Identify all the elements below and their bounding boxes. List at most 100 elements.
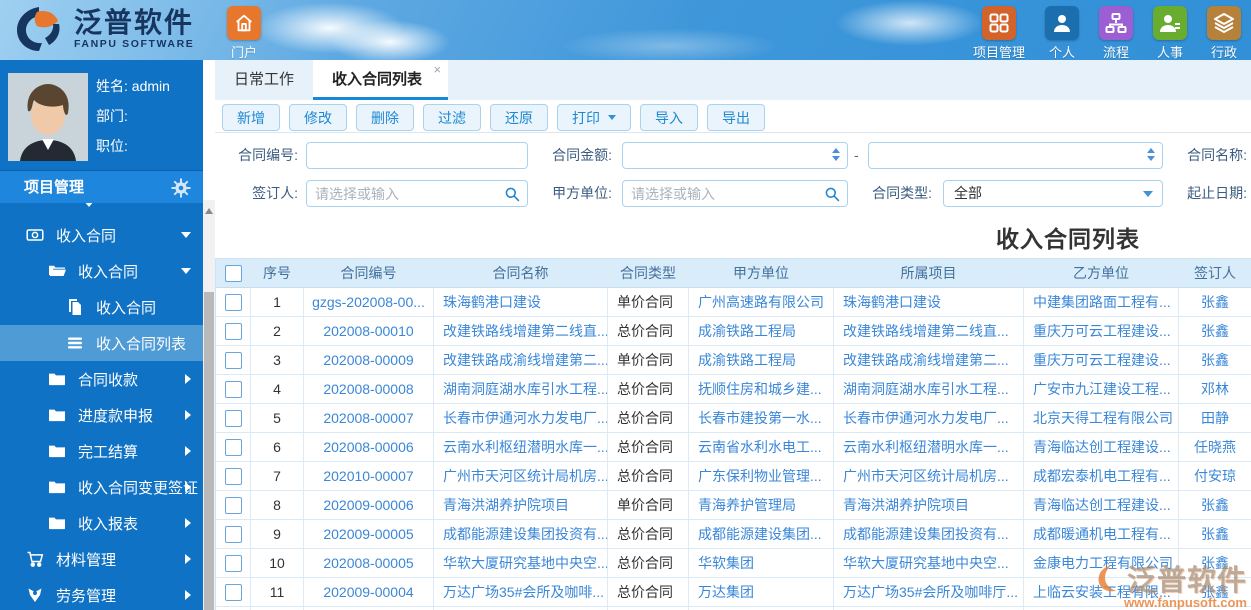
scrollbar-thumb[interactable] <box>204 292 214 610</box>
row-checkbox[interactable] <box>225 323 242 340</box>
cell-project[interactable]: 青海洪湖养护院项目 <box>834 491 1024 520</box>
scrollbar-track[interactable] <box>203 200 215 610</box>
filter-button[interactable]: 过滤 <box>423 104 481 131</box>
amount-min-field[interactable] <box>623 143 829 168</box>
select-all-checkbox[interactable] <box>225 265 242 282</box>
cell-code[interactable]: 202008-00008 <box>304 375 434 404</box>
number-spinner[interactable] <box>1147 148 1155 161</box>
cell-party_b[interactable]: 中建集团路面工程有... <box>1024 288 1179 317</box>
cell-project[interactable]: 成都能源建设集团投资有... <box>834 520 1024 549</box>
cell-party_a[interactable]: 抚顺住房和城乡建... <box>689 375 834 404</box>
cell-party_b[interactable]: 成都暖通机电工程有... <box>1024 520 1179 549</box>
cell-signer[interactable]: 张鑫 <box>1179 346 1251 375</box>
scrollbar-up-arrow[interactable] <box>205 208 213 214</box>
cell-party_b[interactable]: 重庆万可云工程建设... <box>1024 317 1179 346</box>
sidebar-item-income-contract-list[interactable]: 收入合同列表 <box>0 325 203 361</box>
cell-code[interactable]: 202009-00004 <box>304 578 434 607</box>
sidebar-item-income-contract[interactable]: 收入合同 <box>0 289 203 325</box>
cell-party_b[interactable]: 广安市九江建设工程... <box>1024 375 1179 404</box>
cell-code[interactable]: 202008-00010 <box>304 317 434 346</box>
cell-project[interactable]: 长春市伊通河水力发电厂... <box>834 404 1024 433</box>
cell-party_a[interactable]: 成渝铁路工程局 <box>689 346 834 375</box>
cell-signer[interactable]: 张鑫 <box>1179 549 1251 578</box>
delete-button[interactable]: 删除 <box>356 104 414 131</box>
cell-name[interactable]: 长春市伊通河水力发电厂... <box>434 404 608 433</box>
sidebar-item-income-contract-group[interactable]: 收入合同 <box>0 217 203 253</box>
party-a-field[interactable] <box>623 181 829 206</box>
sidebar-item-contract-change-visa[interactable]: 收入合同变更签证 <box>0 469 203 505</box>
cell-party_b[interactable]: 成都宏泰机电工程有... <box>1024 462 1179 491</box>
row-checkbox[interactable] <box>225 555 242 572</box>
cell-signer[interactable]: 张鑫 <box>1179 317 1251 346</box>
sidebar-item-contract-receipts[interactable]: 合同收款 <box>0 361 203 397</box>
close-icon[interactable]: × <box>433 61 441 79</box>
cell-name[interactable]: 青海洪湖养护院项目 <box>434 491 608 520</box>
cell-party_a[interactable]: 青海养护管理局 <box>689 491 834 520</box>
amount-max-input[interactable] <box>868 142 1163 169</box>
cell-name[interactable]: 华软大厦研究基地中央空... <box>434 549 608 578</box>
sidebar-item-completion-settlement[interactable]: 完工结算 <box>0 433 203 469</box>
row-checkbox[interactable] <box>225 439 242 456</box>
amount-min-input[interactable] <box>622 142 848 169</box>
cell-code[interactable]: 202008-00005 <box>304 549 434 578</box>
cell-party_b[interactable]: 北京天得工程有限公司 <box>1024 404 1179 433</box>
signer-field[interactable] <box>307 181 509 206</box>
print-button[interactable]: 打印 <box>557 104 631 131</box>
app-administration[interactable]: 行政 <box>1207 6 1241 60</box>
sidebar-item-progress-payment[interactable]: 进度款申报 <box>0 397 203 433</box>
cell-signer[interactable]: 张鑫 <box>1179 520 1251 549</box>
add-button[interactable]: 新增 <box>222 104 280 131</box>
cell-party_a[interactable]: 华软集团 <box>689 549 834 578</box>
sidebar-item-income-contract-sub[interactable]: 收入合同 <box>0 253 203 289</box>
app-hr[interactable]: 人事 <box>1153 6 1187 60</box>
cell-code[interactable]: 202009-00005 <box>304 520 434 549</box>
row-checkbox[interactable] <box>225 381 242 398</box>
cell-party_b[interactable]: 上临云安装工程有限... <box>1024 578 1179 607</box>
cell-project[interactable]: 万达广场35#会所及咖啡厅... <box>834 578 1024 607</box>
import-button[interactable]: 导入 <box>640 104 698 131</box>
search-icon[interactable] <box>504 186 520 202</box>
cell-party_a[interactable]: 长春市建投第一水... <box>689 404 834 433</box>
cell-signer[interactable]: 邓林 <box>1179 375 1251 404</box>
cell-project[interactable]: 改建铁路成渝线增建第二... <box>834 346 1024 375</box>
cell-code[interactable]: 202008-00006 <box>304 433 434 462</box>
row-checkbox[interactable] <box>225 294 242 311</box>
cell-name[interactable]: 成都能源建设集团投资有... <box>434 520 608 549</box>
cell-name[interactable]: 云南水利枢纽潜明水库一... <box>434 433 608 462</box>
cell-signer[interactable]: 任晓燕 <box>1179 433 1251 462</box>
cell-project[interactable]: 华软大厦研究基地中央空... <box>834 549 1024 578</box>
cell-party_a[interactable]: 云南省水利水电工... <box>689 433 834 462</box>
cell-code[interactable]: 202009-00006 <box>304 491 434 520</box>
cell-name[interactable]: 湖南洞庭湖水库引水工程... <box>434 375 608 404</box>
contract-type-select[interactable]: 全部 <box>943 180 1163 207</box>
cell-party_a[interactable]: 成渝铁路工程局 <box>689 317 834 346</box>
row-checkbox[interactable] <box>225 497 242 514</box>
cell-party_a[interactable]: 广东保利物业管理... <box>689 462 834 491</box>
cell-signer[interactable]: 张鑫 <box>1179 288 1251 317</box>
sidebar-item-income-reports[interactable]: 收入报表 <box>0 505 203 541</box>
gear-icon[interactable] <box>171 177 191 197</box>
tab-daily-work[interactable]: 日常工作 <box>215 60 313 100</box>
app-workflow[interactable]: 流程 <box>1099 6 1133 60</box>
cell-name[interactable]: 万达广场35#会所及咖啡... <box>434 578 608 607</box>
cell-code[interactable]: 202010-00007 <box>304 462 434 491</box>
contract-no-input[interactable] <box>306 142 528 169</box>
export-button[interactable]: 导出 <box>707 104 765 131</box>
row-checkbox[interactable] <box>225 468 242 485</box>
cell-party_b[interactable]: 重庆万可云工程建设... <box>1024 346 1179 375</box>
cell-project[interactable]: 珠海鹤港口建设 <box>834 288 1024 317</box>
app-project-management[interactable]: 项目管理 <box>973 6 1025 60</box>
cell-code[interactable]: 202008-00009 <box>304 346 434 375</box>
cell-signer[interactable]: 付安琼 <box>1179 462 1251 491</box>
cell-party_b[interactable]: 青海临达创工程建设... <box>1024 491 1179 520</box>
row-checkbox[interactable] <box>225 352 242 369</box>
cell-party_b[interactable]: 金康电力工程有限公司 <box>1024 549 1179 578</box>
party-a-input[interactable] <box>622 180 848 207</box>
portal-button[interactable]: 门户 <box>222 6 266 60</box>
cell-project[interactable]: 改建铁路线增建第二线直... <box>834 317 1024 346</box>
cell-code[interactable]: 202008-00007 <box>304 404 434 433</box>
cell-name[interactable]: 广州市天河区统计局机房... <box>434 462 608 491</box>
cell-project[interactable]: 湖南洞庭湖水库引水工程... <box>834 375 1024 404</box>
row-checkbox[interactable] <box>225 584 242 601</box>
row-checkbox[interactable] <box>225 526 242 543</box>
